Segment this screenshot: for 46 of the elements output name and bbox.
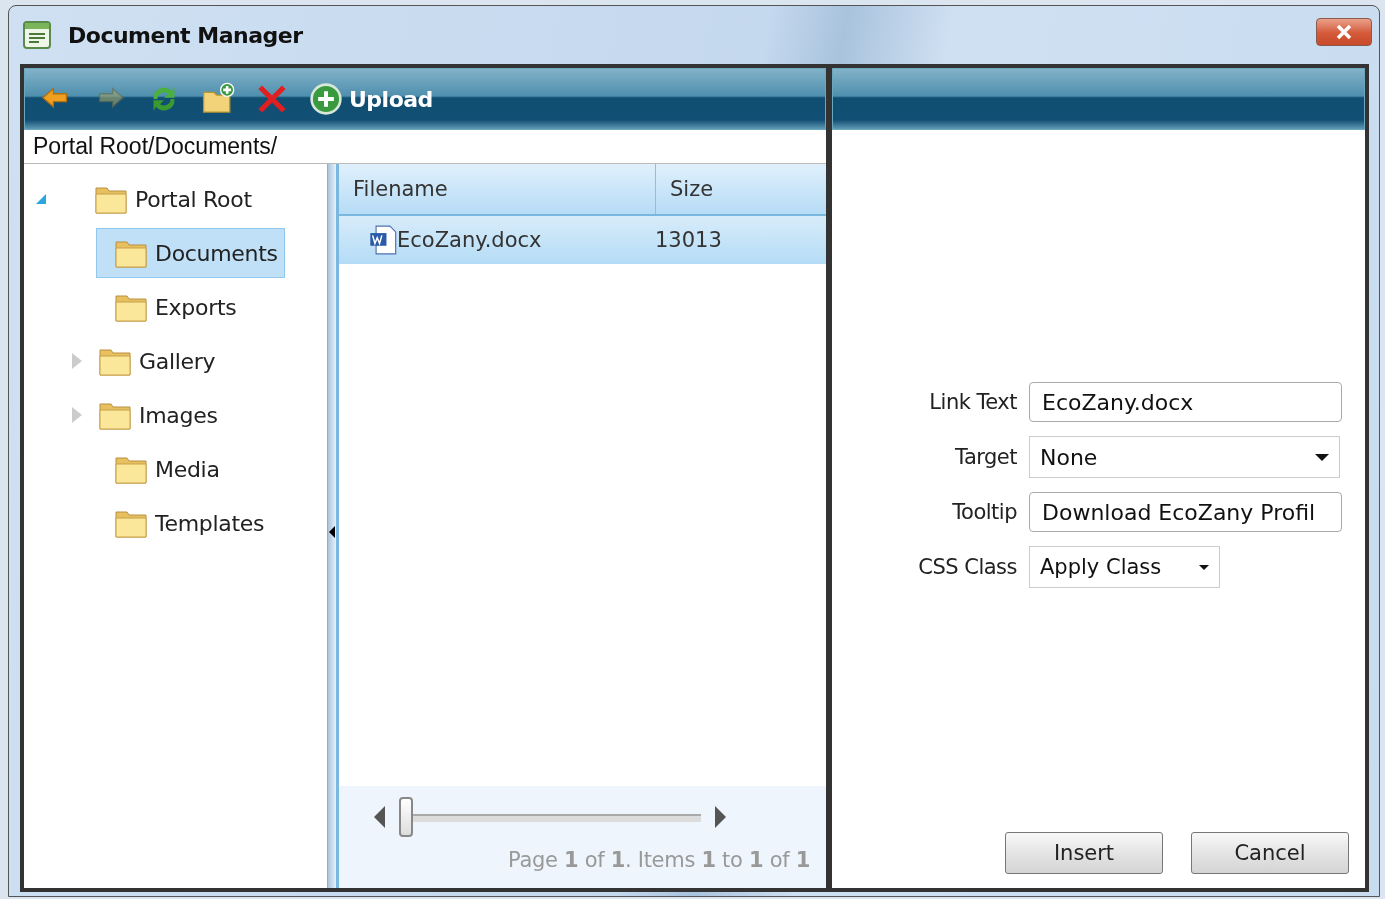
folder-icon — [99, 400, 131, 430]
folder-icon — [115, 292, 147, 322]
expanded-arrow-icon[interactable] — [36, 194, 46, 204]
dropdown[interactable]: None — [1029, 436, 1340, 478]
tree-item[interactable]: Media — [96, 444, 227, 494]
tree-item[interactable]: Images — [80, 390, 225, 440]
folder-icon — [115, 508, 147, 538]
text-field[interactable]: EcoZany.docx — [1029, 382, 1342, 422]
next-arrow-icon[interactable] — [715, 806, 726, 828]
field-label: Target — [954, 445, 1017, 469]
window-title: Document Manager — [68, 22, 303, 48]
field-label: CSS Class — [917, 555, 1017, 579]
collapse-arrow-icon[interactable] — [329, 526, 335, 538]
window-app-icon — [22, 20, 52, 50]
caret-icon — [1315, 453, 1329, 461]
close-button[interactable] — [1316, 18, 1372, 46]
column-header[interactable]: Filename — [339, 164, 656, 214]
dialog-button[interactable]: Insert — [1005, 832, 1163, 874]
folder-icon — [95, 184, 127, 214]
tree-item[interactable]: Portal Root — [68, 174, 259, 224]
plus-icon — [309, 82, 343, 116]
pager-status: Page 1 of 1. Items 1 to 1 of 1 — [507, 848, 811, 872]
text-field[interactable]: Download EcoZany Profil — [1029, 492, 1342, 532]
field-label: Tooltip — [951, 500, 1017, 524]
tree-item[interactable]: Templates — [96, 498, 272, 548]
slider-thumb[interactable] — [399, 797, 413, 837]
field-label: Link Text — [928, 390, 1017, 414]
tree-item[interactable]: Gallery — [80, 336, 223, 386]
dialog-button[interactable]: Cancel — [1191, 832, 1349, 874]
folder-icon — [115, 454, 147, 484]
tree-item[interactable]: Exports — [96, 282, 244, 332]
close-icon — [1334, 24, 1354, 40]
previous-arrow-icon[interactable] — [374, 806, 385, 828]
splitter-handle[interactable] — [327, 164, 336, 888]
column-header[interactable]: Size — [656, 164, 826, 214]
file-row[interactable]: EcoZany.docx 13013 — [339, 216, 826, 264]
size-cell-text: 13013 — [654, 228, 722, 252]
tree-item[interactable]: Documents — [96, 228, 285, 278]
upload-button[interactable]: Upload — [309, 82, 433, 116]
filename-cell: EcoZany.docx — [397, 228, 542, 252]
dropdown[interactable]: Apply Class — [1029, 546, 1220, 588]
folder-icon — [115, 238, 147, 268]
new-folder-icon[interactable] — [201, 82, 235, 116]
caret-icon — [1199, 564, 1209, 570]
word-document-icon — [369, 225, 397, 255]
folder-icon — [99, 346, 131, 376]
